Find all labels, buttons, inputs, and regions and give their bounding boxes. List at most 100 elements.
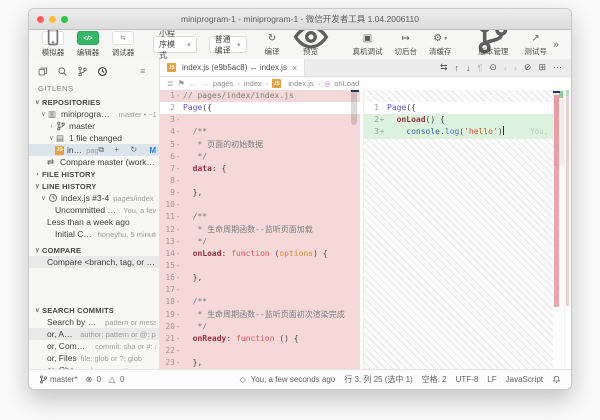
tree-item[interactable]: Compare <branch, tag, or ref> with <b...	[29, 256, 159, 268]
status-item[interactable]: LF	[487, 375, 496, 384]
code-line[interactable]: 21- onReady: function () {	[160, 333, 360, 345]
toolbar-button-compile[interactable]: ↻编译	[265, 33, 280, 57]
code-line[interactable]: 4- /**	[160, 126, 360, 138]
tree-item[interactable]: ∨▥miniprogram-1master • ~1	[29, 108, 159, 120]
breadcrumb-item[interactable]: index.js	[288, 79, 313, 88]
code-line[interactable]: 5- * 页面的初始数据	[160, 139, 360, 151]
more-actions-icon[interactable]: ⋯	[553, 62, 562, 73]
toolbar-button-test[interactable]: ↗测试号	[524, 33, 547, 57]
code-line[interactable]: 18- /**	[160, 296, 360, 308]
gitlens-annotations-icon[interactable]: ⊘	[524, 62, 532, 73]
tree-item[interactable]: Initial Commithoneyhu, 5 minutes a...	[29, 228, 159, 240]
tree-item[interactable]: ∨index.js #3-4pages/index	[29, 192, 159, 204]
code-line[interactable]: 22-	[160, 345, 360, 357]
titlebar[interactable]: miniprogram-1 - miniprogram-1 - 微信开发者工具 …	[29, 9, 571, 30]
code-line[interactable]: 13- */	[160, 236, 360, 248]
copy-icon[interactable]	[37, 66, 48, 77]
previous-change-icon[interactable]: ↑	[455, 63, 460, 73]
open-file-icon[interactable]: ⊙	[489, 62, 497, 73]
open-changes-icon[interactable]: ⇆	[440, 62, 448, 73]
section-header-repositories[interactable]: ∨REPOSITORIES	[29, 96, 159, 108]
code-line[interactable]: 11- /**	[160, 211, 360, 223]
status-item-branch[interactable]: master*	[39, 375, 78, 384]
status-item[interactable]: 空格: 2	[422, 374, 447, 385]
section-header-line-history[interactable]: ∨LINE HISTORY	[29, 180, 159, 192]
code-line[interactable]: 16- },	[160, 272, 360, 284]
diff-modified-pane[interactable]: 1Page({2+ onLoad() {3+ console.log('hell…	[364, 90, 553, 369]
status-item-error[interactable]: ⊗0	[86, 375, 101, 384]
tree-item[interactable]: JSindex.jspage...⧉+↻M	[29, 144, 159, 156]
code-line[interactable]: 7- data: {	[160, 163, 360, 175]
section-header-search-commits[interactable]: ∨SEARCH COMMITS	[29, 304, 159, 316]
code-line[interactable]: 1-// pages/index/index.js	[160, 90, 360, 102]
discard-icon[interactable]: ↻	[130, 145, 140, 155]
toolbar-overflow-button[interactable]: »	[553, 39, 561, 51]
branch-icon[interactable]	[77, 66, 88, 77]
compile-select[interactable]: 普通编译 ▾	[209, 36, 247, 53]
status-item[interactable]: 行 3, 列 25 (选中 1)	[344, 374, 412, 385]
code-line[interactable]: 10-	[160, 199, 360, 211]
toolbar-button-cache[interactable]: ⚙▾清缓存	[429, 33, 452, 57]
forward-icon[interactable]: →	[201, 79, 209, 88]
minimize-button[interactable]	[49, 16, 56, 23]
code-line[interactable]: 14- onLoad: function (options) {	[160, 248, 360, 260]
tree-item[interactable]: ∨▤1 file changed	[29, 132, 159, 144]
status-item-warning[interactable]: △0	[109, 375, 124, 384]
mode-select[interactable]: 小程序模式 ▾	[153, 36, 197, 53]
tree-item[interactable]: Uncommitted changesYou, a few ...	[29, 204, 159, 216]
open-changes-icon[interactable]: ⧉	[98, 145, 108, 155]
code-line[interactable]: 2Page({	[160, 102, 360, 114]
filter-icon[interactable]: ≡	[140, 66, 151, 77]
diff-original-pane[interactable]: 1-// pages/index/index.js2Page({3-4- /**…	[160, 90, 360, 369]
section-header-compare[interactable]: ∨COMPARE	[29, 244, 159, 256]
tree-item[interactable]: or, Authorauthor: pattern or @: pattern	[29, 328, 159, 340]
tree-item[interactable]: Less than a week ago	[29, 216, 159, 228]
tree-item[interactable]: or, Commit IDcommit: sha or #: sha	[29, 340, 159, 352]
back-icon[interactable]: ←	[189, 79, 197, 88]
zoom-button[interactable]	[61, 16, 68, 23]
breadcrumb-item[interactable]: pages	[213, 79, 233, 88]
close-button[interactable]	[37, 16, 44, 23]
section-header-file-history[interactable]: ›FILE HISTORY	[29, 168, 159, 180]
status-item[interactable]: UTF-8	[456, 375, 479, 384]
code-line[interactable]: 3+ console.log('hello')You, a few second…	[364, 126, 553, 138]
clock-icon[interactable]	[97, 66, 108, 77]
mode-button-code[interactable]: </>编辑器	[74, 31, 102, 58]
tab-close-icon[interactable]: ×	[292, 63, 297, 73]
code-line[interactable]: 8-	[160, 175, 360, 187]
status-item[interactable]: JavaScript	[506, 375, 543, 384]
plus-icon[interactable]: +	[114, 145, 124, 155]
tree-item[interactable]: ›master	[29, 120, 159, 132]
code-line[interactable]: 19- * 生命周期函数--监听页面初次渲染完成	[160, 309, 360, 321]
code-line[interactable]: 9- },	[160, 187, 360, 199]
code-line[interactable]: 15-	[160, 260, 360, 272]
tree-item[interactable]: Search by Messagepattern or message...	[29, 316, 159, 328]
code-line[interactable]: 3-	[160, 114, 360, 126]
search-icon[interactable]	[57, 66, 68, 77]
status-item-bell[interactable]	[552, 375, 561, 384]
bookmark-icon[interactable]: ⚑	[178, 79, 185, 88]
tab-indexjs-diff[interactable]: JS index.js (e9b5ac8) ↔ index.js ×	[160, 59, 305, 76]
toolbar-button-eye[interactable]: 预览	[292, 33, 330, 57]
diff-editor[interactable]: 1-// pages/index/index.js2Page({3-4- /**…	[160, 90, 571, 369]
tree-item[interactable]: or, Filesfile: glob or ?: glob	[29, 352, 159, 364]
code-line[interactable]: 23- },	[160, 357, 360, 369]
code-line[interactable]: 12- * 生命周期函数--监听页面加载	[160, 224, 360, 236]
left-pane-scrollbar[interactable]	[351, 91, 357, 125]
status-item-blame[interactable]: ◇You, a few seconds ago	[240, 375, 336, 384]
code-line[interactable]: 17-	[160, 284, 360, 296]
code-line[interactable]: 2+ onLoad() {	[364, 114, 553, 126]
next-change-icon[interactable]: ↓	[466, 63, 471, 73]
split-editor-icon[interactable]: ⊞	[538, 62, 546, 73]
toolbar-button-branch[interactable]: 版本管理	[474, 33, 512, 57]
toolbar-button-device[interactable]: ▣真机调试	[352, 33, 382, 57]
mode-button-phone[interactable]: 模拟器	[39, 31, 67, 58]
code-line[interactable]: 20- */	[160, 321, 360, 333]
code-line[interactable]: 1Page({	[364, 102, 553, 114]
breadcrumb-item[interactable]: index	[244, 79, 262, 88]
mode-button-debug[interactable]: ⇆调试器	[109, 31, 137, 58]
grid-icon[interactable]: ≣	[167, 79, 174, 88]
breadcrumb-item[interactable]: onLoad	[334, 79, 359, 88]
tree-item[interactable]: ⇄Compare master (working) with <...	[29, 156, 159, 168]
toolbar-button-background[interactable]: ↦切后台	[394, 33, 417, 57]
